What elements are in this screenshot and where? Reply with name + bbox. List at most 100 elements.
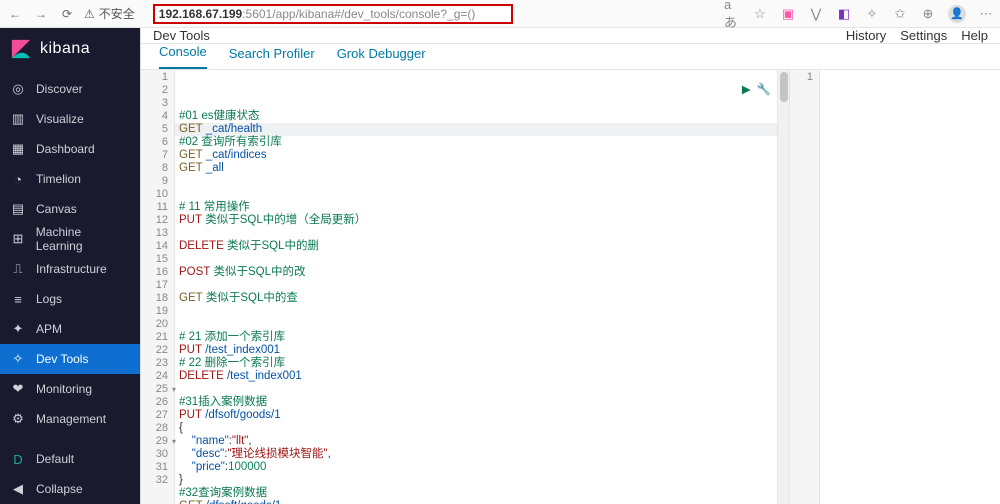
header-link-history[interactable]: History (846, 28, 886, 43)
response-pane: 1 (790, 70, 1000, 504)
request-pane: 1234567891011121314151617181920212223242… (141, 70, 790, 504)
code-line[interactable]: PUT /test_index001 (175, 344, 777, 357)
tab-console[interactable]: Console (159, 44, 207, 69)
code-line[interactable]: GET _all (175, 162, 777, 175)
code-line[interactable]: DELETE /test_index001 (175, 370, 777, 383)
wrench-icon[interactable]: 🔧 (757, 84, 771, 97)
chevron-down-icon[interactable]: ⋁ (808, 6, 824, 22)
code-line[interactable]: "desc":"理论线损模块智能", (175, 448, 777, 461)
sidebar-item-label: Dashboard (36, 142, 95, 156)
output-editor[interactable] (820, 70, 1000, 504)
sidebar-item-label: Collapse (36, 482, 83, 496)
code-line[interactable]: PUT /dfsoft/goods/1 (175, 409, 777, 422)
scroll-thumb[interactable] (780, 72, 788, 102)
sidebar-item-default[interactable]: D Default (0, 444, 140, 474)
header-links: History Settings Help (846, 28, 988, 43)
code-line[interactable] (175, 227, 777, 240)
collections-icon[interactable]: ⊕ (920, 6, 936, 22)
monitoring-icon: ❤ (10, 381, 26, 397)
browser-right-icons: aあ ☆ ▣ ⋁ ◧ ✧ ✩ ⊕ 👤 ⋯ (724, 5, 994, 23)
code-line[interactable] (175, 279, 777, 292)
sidebar-item-canvas[interactable]: ▤Canvas (0, 194, 140, 224)
sidebar-item-collapse[interactable]: ◀ Collapse (0, 474, 140, 504)
translate-icon[interactable]: aあ (724, 6, 740, 22)
tab-search-profiler[interactable]: Search Profiler (229, 46, 315, 69)
sidebar-item-devtools[interactable]: ✧Dev Tools (0, 344, 140, 374)
kibana-app: kibana ◎Discover ▥ Visualize ▦ Dashboard ◔Tim… (0, 28, 1000, 504)
code-line[interactable]: # 22 删除一个索引库 (175, 357, 777, 370)
sidebar-item-monitoring[interactable]: ❤ Monitoring (0, 374, 140, 404)
sidebar-item-timelion[interactable]: ◔Timelion (0, 164, 140, 194)
sidebar-item-discover[interactable]: ◎Discover (0, 74, 140, 104)
code-line[interactable]: GET 类似于SQL中的查 (175, 292, 777, 305)
code-line[interactable] (175, 383, 777, 396)
vertical-scrollbar[interactable] (777, 70, 789, 504)
breadcrumb-row: Dev Tools History Settings Help (141, 28, 1000, 44)
sidebar-item-label: APM (36, 322, 62, 336)
code-line[interactable]: # 21 添加一个索引库 (175, 331, 777, 344)
sidebar-item-dashboard[interactable]: ▦ Dashboard (0, 134, 140, 164)
dashboard-icon: ▦ (10, 141, 26, 157)
code-line[interactable]: #31插入案例数据 (175, 396, 777, 409)
address-bar[interactable]: 192.168.67.199:5601/app/kibana#/dev_tool… (153, 4, 513, 24)
sidebar-item-management[interactable]: ⚙Management (0, 404, 140, 434)
code-line[interactable]: DELETE 类似于SQL中的删 (175, 240, 777, 253)
code-line[interactable]: #32查询案例数据 (175, 487, 777, 500)
favorite-icon[interactable]: ☆ (752, 6, 768, 22)
sidebar-item-label: Logs (36, 292, 62, 306)
code-line[interactable]: } (175, 474, 777, 487)
code-line[interactable] (175, 253, 777, 266)
warning-icon: ⚠ (84, 7, 95, 21)
tv-icon[interactable]: ▣ (780, 6, 796, 22)
sidebar-item-apm[interactable]: ✦APM (0, 314, 140, 344)
tabs: Console Search Profiler Grok Debugger (141, 44, 1000, 70)
sidebar-item-visualize[interactable]: ▥ Visualize (0, 104, 140, 134)
breadcrumb: Dev Tools (153, 28, 210, 43)
code-line[interactable]: "price":100000 (175, 461, 777, 474)
code-line[interactable]: #01 es健康状态 (175, 110, 777, 123)
play-icon[interactable]: ▶ (742, 84, 751, 97)
code-line[interactable]: # 11 常用操作 (175, 201, 777, 214)
header-link-settings[interactable]: Settings (900, 28, 947, 43)
tab-grok-debugger[interactable]: Grok Debugger (337, 46, 426, 69)
header-link-help[interactable]: Help (961, 28, 988, 43)
code-line[interactable]: GET _cat/health (175, 123, 777, 136)
code-line[interactable]: PUT 类似于SQL中的增（全局更新） (175, 214, 777, 227)
code-line[interactable]: GET /dfsoft/goods/1 (175, 500, 777, 504)
code-line[interactable] (175, 188, 777, 201)
execute-controls: ▶ 🔧 (742, 84, 771, 97)
sidebar-item-ml[interactable]: ⊞ Machine Learning (0, 224, 140, 254)
code-line[interactable]: "name":"llt", (175, 435, 777, 448)
sidebar-item-label: Default (36, 452, 74, 466)
code-line[interactable]: #02 查询所有索引库 (175, 136, 777, 149)
refresh-button[interactable]: ⟳ (58, 7, 76, 21)
code-line[interactable] (175, 305, 777, 318)
timelion-icon: ◔ (10, 171, 26, 187)
space-icon: D (10, 451, 26, 467)
extension-icon[interactable]: ✧ (864, 6, 880, 22)
sidebar-item-infra[interactable]: ⎍Infrastructure (0, 254, 140, 284)
code-line[interactable]: { (175, 422, 777, 435)
code-line[interactable] (175, 318, 777, 331)
app-icon[interactable]: ◧ (836, 6, 852, 22)
sidebar-item-logs[interactable]: ≡Logs (0, 284, 140, 314)
insecure-badge: ⚠ 不安全 (84, 5, 135, 22)
more-icon[interactable]: ⋯ (978, 6, 994, 22)
visualize-icon: ▥ (10, 111, 26, 127)
ml-icon: ⊞ (10, 231, 26, 247)
code-line[interactable] (175, 175, 777, 188)
forward-button[interactable]: → (32, 7, 50, 21)
favorites-bar-icon[interactable]: ✩ (892, 6, 908, 22)
code-line[interactable]: GET _cat/indices (175, 149, 777, 162)
sidebar: kibana ◎Discover ▥ Visualize ▦ Dashboard ◔Tim… (0, 28, 140, 504)
sidebar-item-label: Discover (36, 82, 83, 96)
profile-avatar[interactable]: 👤 (948, 5, 966, 23)
code-line[interactable]: POST 类似于SQL中的改 (175, 266, 777, 279)
sidebar-item-label: Monitoring (36, 382, 92, 396)
logo[interactable]: kibana (0, 28, 140, 74)
sidebar-item-label: Visualize (36, 112, 84, 126)
code-editor[interactable]: ▶ 🔧 #01 es健康状态GET _cat/health#02 查询所有索引库… (175, 70, 777, 504)
back-button[interactable]: ← (6, 7, 24, 21)
sidebar-item-label: Machine Learning (36, 225, 130, 253)
sidebar-item-label: Management (36, 412, 106, 426)
